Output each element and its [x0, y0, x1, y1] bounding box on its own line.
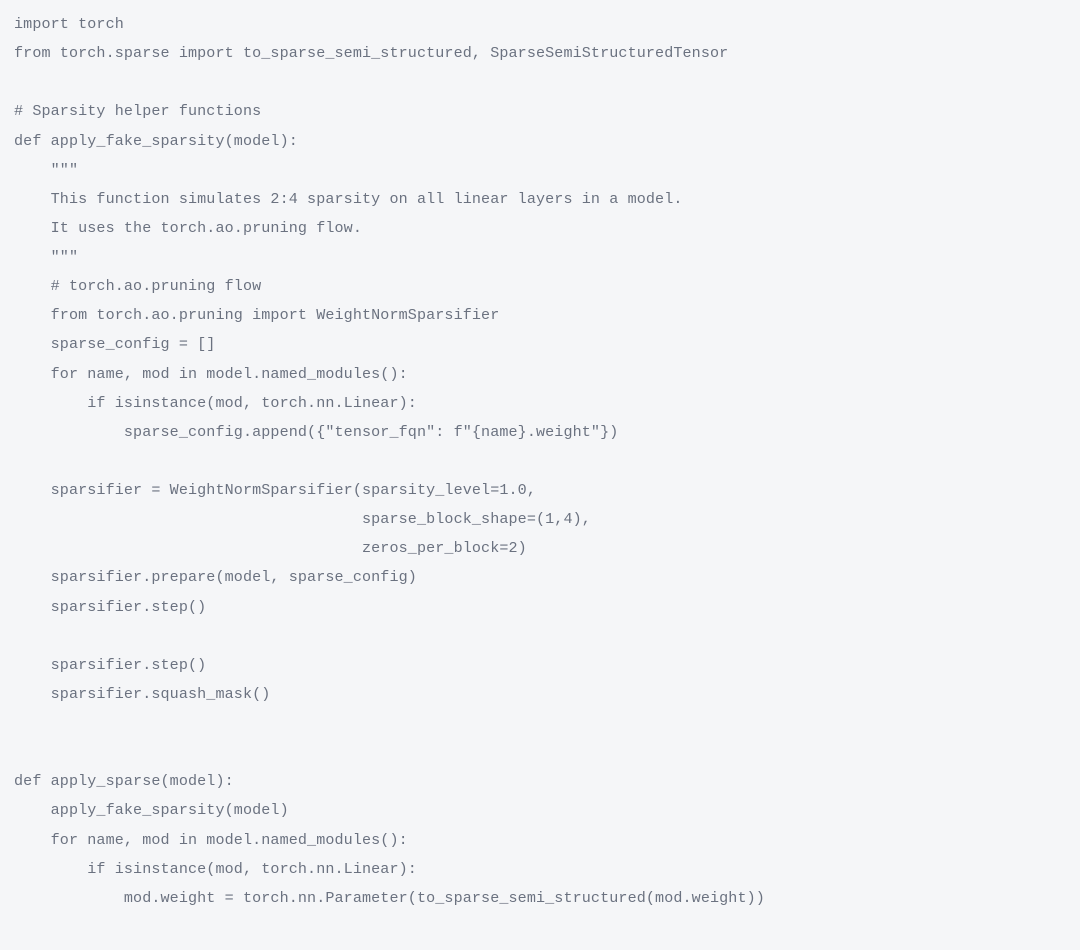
code-text: import torch from torch.sparse import to… [14, 15, 765, 907]
code-block: import torch from torch.sparse import to… [0, 0, 1080, 923]
